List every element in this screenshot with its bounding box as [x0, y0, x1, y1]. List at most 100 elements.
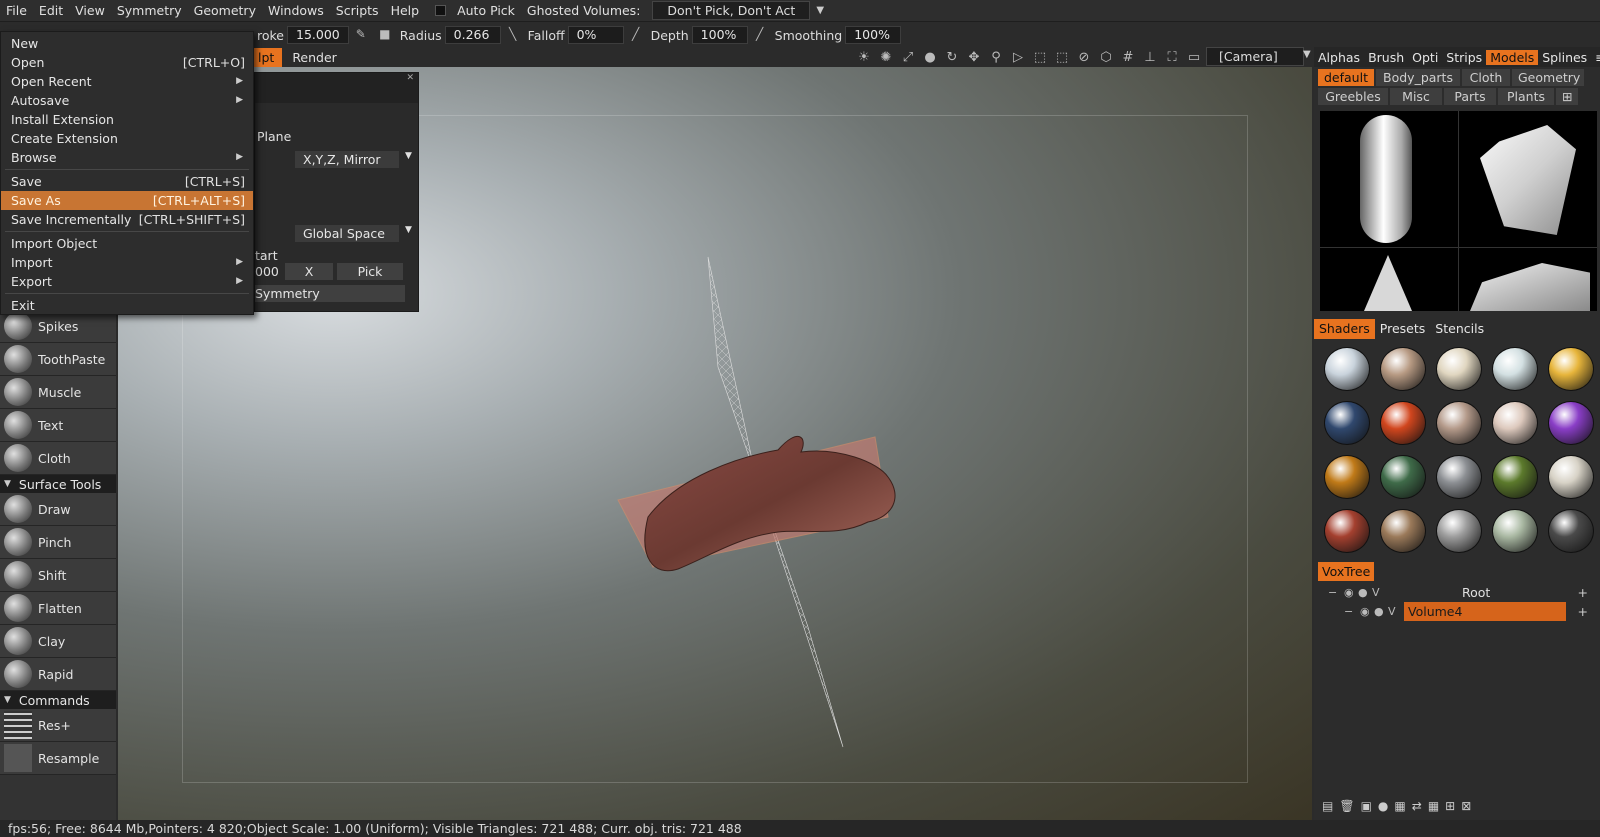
shader-swatch[interactable]: [1492, 455, 1538, 499]
tool-cloth[interactable]: Cloth: [0, 442, 116, 475]
axis-icon[interactable]: ⊥: [1139, 50, 1161, 65]
save-icon[interactable]: ▦: [1394, 799, 1405, 813]
tool-text[interactable]: Text: [0, 409, 116, 442]
category-plants[interactable]: Plants: [1498, 88, 1554, 105]
menu-item-export[interactable]: Export ▶: [1, 272, 253, 291]
merge-icon[interactable]: ⊞: [1445, 799, 1455, 813]
start-value[interactable]: 000: [255, 264, 279, 279]
grid-icon[interactable]: ▦: [1428, 799, 1439, 813]
paint-icon[interactable]: ⤢: [897, 50, 919, 65]
menu-icon[interactable]: ≡: [1591, 50, 1600, 65]
section-commands[interactable]: ▼ Commands: [0, 691, 116, 709]
rotate-icon[interactable]: ↻: [941, 50, 963, 65]
copy-icon[interactable]: ▣: [1361, 799, 1372, 813]
play-icon[interactable]: ▷: [1007, 50, 1029, 65]
tab-strips[interactable]: Strips: [1442, 50, 1486, 65]
stroke-icon[interactable]: ╱: [752, 27, 768, 43]
menu-item-exit[interactable]: Exit: [1, 296, 253, 315]
menu-edit[interactable]: Edit: [33, 3, 69, 18]
shader-swatch[interactable]: [1548, 401, 1594, 445]
menu-item-install-extension[interactable]: Install Extension: [1, 110, 253, 129]
category-parts[interactable]: Parts: [1444, 88, 1496, 105]
shader-swatch[interactable]: [1324, 455, 1370, 499]
command-resample[interactable]: Resample: [0, 742, 116, 775]
eye-icon[interactable]: ◉: [1360, 602, 1370, 621]
tab-render[interactable]: Render: [282, 50, 347, 65]
radius-value[interactable]: 0.266: [444, 26, 501, 44]
drop-icon[interactable]: ●: [919, 50, 941, 65]
shader-swatch[interactable]: [1492, 509, 1538, 553]
voxel-icon[interactable]: V: [1388, 602, 1396, 621]
add-icon[interactable]: ⊞: [1556, 88, 1578, 105]
chevron-down-icon[interactable]: ▼: [405, 225, 412, 235]
shader-swatch[interactable]: [1492, 401, 1538, 445]
menu-item-import[interactable]: Import ▶: [1, 253, 253, 272]
falloff-value[interactable]: 0%: [567, 26, 624, 44]
model-cube[interactable]: [1480, 125, 1576, 235]
voxel-icon[interactable]: V: [1372, 583, 1380, 602]
voxtree-volume-label[interactable]: Volume4: [1404, 602, 1566, 621]
shader-swatch[interactable]: [1436, 347, 1482, 391]
mirror-dropdown[interactable]: X,Y,Z, Mirror: [295, 151, 399, 168]
x-button[interactable]: X: [285, 263, 333, 280]
close-icon[interactable]: ⊠: [1461, 799, 1471, 813]
zoom-icon[interactable]: ⚲: [985, 50, 1007, 65]
menu-view[interactable]: View: [69, 3, 111, 18]
voxtree-row-volume[interactable]: − ◉ ● V Volume4 +: [1314, 602, 1600, 621]
tool-draw[interactable]: Draw: [0, 493, 116, 526]
sphere-icon[interactable]: ●: [1378, 799, 1388, 813]
no-icon[interactable]: ⊘: [1073, 50, 1095, 65]
shader-swatch[interactable]: [1380, 401, 1426, 445]
shader-swatch[interactable]: [1436, 509, 1482, 553]
command-res-plus[interactable]: Res+: [0, 709, 116, 742]
cube-icon[interactable]: ⬡: [1095, 50, 1117, 65]
shader-swatch[interactable]: [1436, 401, 1482, 445]
category-body-parts[interactable]: Body_parts: [1376, 69, 1460, 86]
shader-swatch[interactable]: [1324, 347, 1370, 391]
tool-clay[interactable]: Clay: [0, 625, 116, 658]
chevron-down-icon[interactable]: ▼: [405, 151, 412, 161]
model-slab[interactable]: [1470, 263, 1590, 311]
tab-opti[interactable]: Opti: [1408, 50, 1442, 65]
image-icon[interactable]: ▭: [1183, 50, 1205, 65]
tab-brush[interactable]: Brush: [1364, 50, 1408, 65]
dot-icon[interactable]: ●: [1358, 583, 1368, 602]
tool-rapid[interactable]: Rapid: [0, 658, 116, 691]
menu-geometry[interactable]: Geometry: [188, 3, 262, 18]
tab-shaders[interactable]: Shaders: [1314, 319, 1375, 339]
ghosted-volumes-dropdown[interactable]: Don't Pick, Don't Act: [652, 1, 811, 20]
menu-item-create-extension[interactable]: Create Extension: [1, 129, 253, 148]
dot-icon[interactable]: ●: [1374, 602, 1384, 621]
tool-toothpaste[interactable]: ToothPaste: [0, 343, 116, 376]
stroke-icon[interactable]: ╱: [628, 27, 644, 43]
category-greebles[interactable]: Greebles: [1318, 88, 1388, 105]
menu-symmetry[interactable]: Symmetry: [111, 3, 188, 18]
category-geometry[interactable]: Geometry: [1512, 69, 1584, 86]
smoothing-value[interactable]: 100%: [845, 26, 902, 44]
category-cloth[interactable]: Cloth: [1462, 69, 1510, 86]
shader-swatch[interactable]: [1548, 455, 1594, 499]
trash-icon[interactable]: 🗑: [1339, 799, 1354, 813]
model-cone[interactable]: [1364, 255, 1412, 311]
shader-swatch[interactable]: [1436, 455, 1482, 499]
category-misc[interactable]: Misc: [1390, 88, 1442, 105]
folder-icon[interactable]: ▤: [1322, 799, 1333, 813]
shader-swatch[interactable]: [1548, 347, 1594, 391]
model-capsule[interactable]: [1360, 115, 1412, 243]
tab-stencils[interactable]: Stencils: [1430, 319, 1489, 339]
shader-swatch[interactable]: [1324, 509, 1370, 553]
space-dropdown[interactable]: Global Space: [295, 225, 399, 242]
light-icon[interactable]: ✺: [875, 50, 897, 65]
tool-pinch[interactable]: Pinch: [0, 526, 116, 559]
menu-item-new[interactable]: New: [1, 34, 253, 53]
tab-models[interactable]: Models: [1486, 49, 1539, 65]
tab-sculpt[interactable]: lpt: [250, 47, 283, 67]
grid-icon[interactable]: #: [1117, 50, 1139, 65]
tab-alphas[interactable]: Alphas: [1314, 50, 1364, 65]
chevron-down-icon[interactable]: ▼: [1303, 49, 1311, 60]
tool-muscle[interactable]: Muscle: [0, 376, 116, 409]
expand-icon[interactable]: ⛶: [1161, 50, 1183, 65]
collapse-icon[interactable]: −: [1344, 602, 1353, 621]
menu-item-browse[interactable]: Browse ▶: [1, 148, 253, 167]
shader-swatch[interactable]: [1548, 509, 1594, 553]
